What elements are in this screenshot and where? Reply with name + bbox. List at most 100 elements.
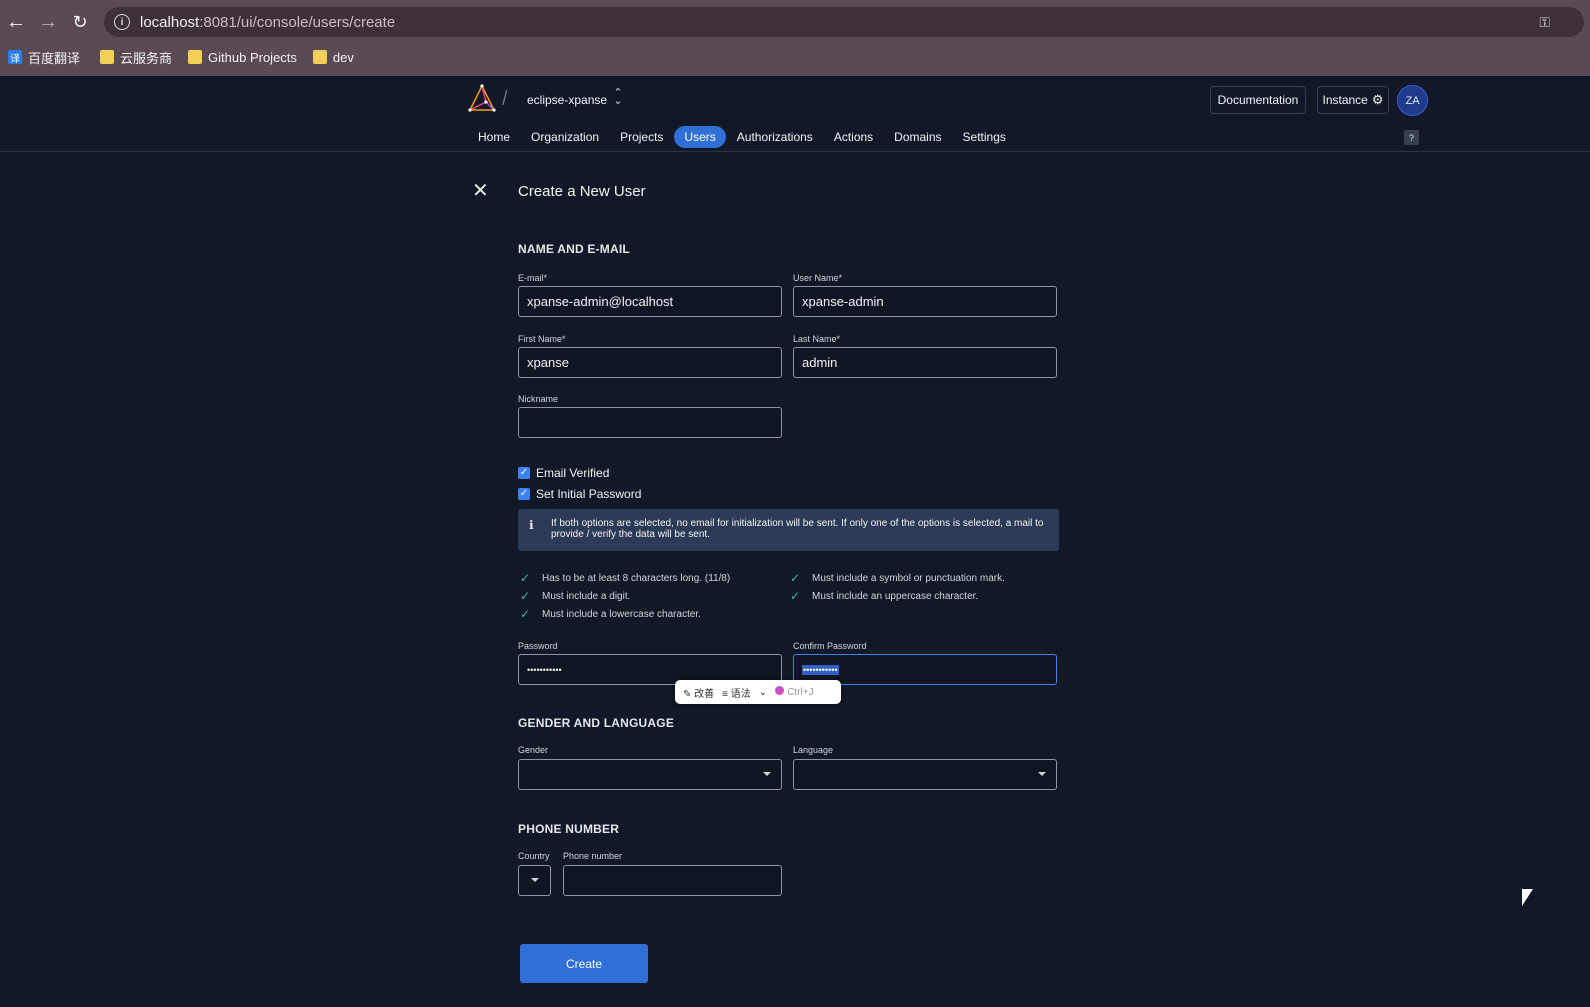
requirement-text: Has to be at least 8 characters long. (1… xyxy=(542,572,731,584)
email-label: E-mail* xyxy=(518,273,548,283)
back-arrow-icon[interactable]: ← xyxy=(0,6,32,38)
requirement-item: ✓ Must include a lowercase character. xyxy=(520,607,701,621)
nickname-field[interactable] xyxy=(518,407,782,438)
nav-item-settings[interactable]: Settings xyxy=(953,126,1016,148)
ime-shortcut[interactable]: Ctrl+J xyxy=(775,686,814,698)
lastname-field[interactable]: admin xyxy=(793,347,1057,378)
password-label: Password xyxy=(518,641,558,651)
bookmark-item[interactable]: 译百度翻译 xyxy=(8,48,80,67)
email-verified-row[interactable]: ✓ Email Verified xyxy=(518,466,609,480)
check-icon: ✓ xyxy=(520,571,531,585)
phone-number-field[interactable] xyxy=(563,865,782,896)
instance-button[interactable]: Instance ⚙ xyxy=(1317,86,1389,114)
gender-label: Gender xyxy=(518,745,549,755)
folder-icon xyxy=(100,50,115,64)
gender-select[interactable] xyxy=(518,759,782,790)
set-password-row[interactable]: ✓ Set Initial Password xyxy=(518,487,641,501)
confirm-password-label: Confirm Password xyxy=(793,641,867,651)
set-password-checkbox[interactable]: ✓ xyxy=(518,488,530,500)
ime-grammar-button[interactable]: ≡ 语法 xyxy=(722,685,751,700)
page-title: Create a New User xyxy=(518,183,646,200)
dropdown-caret-icon xyxy=(1038,772,1046,776)
browser-toolbar: ← → ↻ i localhost:8081/ui/console/users/… xyxy=(0,0,1590,76)
phone-label: Phone number xyxy=(563,851,623,861)
info-box: ℹ If both options are selected, no email… xyxy=(518,509,1059,551)
folder-icon xyxy=(188,50,203,64)
org-name[interactable]: eclipse-xpanse xyxy=(527,93,607,107)
bookmark-item[interactable]: 云服务商 xyxy=(100,48,172,67)
ime-toolbar-popup: ✎ 改善 ≡ 语法 ⌄ Ctrl+J xyxy=(675,680,841,704)
mouse-cursor-icon xyxy=(1522,889,1533,906)
requirement-text: Must include a lowercase character. xyxy=(542,608,701,620)
nav-item-home[interactable]: Home xyxy=(468,126,520,148)
requirement-item: ✓ Must include an uppercase character. xyxy=(790,589,978,603)
requirement-text: Must include a digit. xyxy=(542,590,631,602)
ime-shortcut-label: Ctrl+J xyxy=(787,687,814,698)
requirement-text: Must include a symbol or punctuation mar… xyxy=(812,572,1005,584)
requirement-item: ✓ Has to be at least 8 characters long. (… xyxy=(520,571,730,585)
gear-icon: ⚙ xyxy=(1371,92,1384,107)
close-icon[interactable]: ✕ xyxy=(472,181,489,201)
dropdown-caret-icon xyxy=(763,772,771,776)
nav-item-domains[interactable]: Domains xyxy=(884,126,951,148)
ime-improve-button[interactable]: ✎ 改善 xyxy=(683,685,714,700)
help-button[interactable]: ? xyxy=(1404,130,1419,145)
bookmark-item[interactable]: dev xyxy=(312,49,354,65)
check-icon: ✓ xyxy=(790,589,801,603)
firstname-label: First Name* xyxy=(518,334,566,344)
url-path: :8081/ui/console/users/create xyxy=(199,13,396,31)
language-label: Language xyxy=(793,745,834,755)
create-button[interactable]: Create xyxy=(520,944,648,983)
bookmark-label: dev xyxy=(332,49,354,65)
username-label: User Name* xyxy=(793,273,843,283)
password-key-icon[interactable]: ⚿ xyxy=(1539,14,1550,31)
breadcrumb-separator: / xyxy=(502,88,508,110)
firstname-field[interactable]: xpanse xyxy=(518,347,782,378)
check-icon: ✓ xyxy=(520,607,531,621)
ime-grammar-label: 语法 xyxy=(730,688,751,700)
site-info-icon[interactable]: i xyxy=(114,14,130,30)
check-icon: ✓ xyxy=(790,571,801,585)
nav-item-organization[interactable]: Organization xyxy=(521,126,609,148)
section-title-name-email: NAME AND E-MAIL xyxy=(518,242,630,256)
address-bar[interactable]: i localhost:8081/ui/console/users/create… xyxy=(104,7,1584,37)
documentation-button[interactable]: Documentation xyxy=(1210,86,1306,114)
url-host: localhost xyxy=(140,13,200,31)
info-text: If both options are selected, no email f… xyxy=(551,518,1044,540)
translate-icon: 译 xyxy=(8,50,22,65)
reload-icon[interactable]: ↻ xyxy=(64,6,96,38)
dropdown-caret-icon xyxy=(531,878,539,882)
requirement-item: ✓ Must include a digit. xyxy=(520,589,630,603)
avatar[interactable]: ZA xyxy=(1397,85,1428,116)
bookmark-label: 云服务商 xyxy=(120,50,173,66)
section-title-gender-language: GENDER AND LANGUAGE xyxy=(518,716,675,730)
email-verified-checkbox[interactable]: ✓ xyxy=(518,467,530,479)
nav-item-actions[interactable]: Actions xyxy=(824,126,883,148)
bookmark-label: Github Projects xyxy=(208,49,297,65)
bookmarks-bar: 译百度翻译 云服务商 Github Projects dev xyxy=(0,44,354,70)
country-select[interactable] xyxy=(518,865,551,896)
language-select[interactable] xyxy=(793,759,1057,790)
lastname-label: Last Name* xyxy=(793,334,841,344)
chevron-down-icon[interactable]: ⌄ xyxy=(759,687,767,698)
set-password-label: Set Initial Password xyxy=(536,487,642,501)
nav-item-users[interactable]: Users xyxy=(674,126,726,148)
nickname-label: Nickname xyxy=(518,394,559,404)
ime-improve-label: 改善 xyxy=(694,688,715,700)
org-switch-chevron-icon[interactable]: ⌃ ⌄ xyxy=(613,88,623,107)
bookmark-label: 百度翻译 xyxy=(28,50,81,66)
zitadel-logo-icon[interactable] xyxy=(466,84,498,114)
info-icon: ℹ xyxy=(529,518,534,532)
email-field[interactable]: xpanse-admin@localhost xyxy=(518,286,782,317)
nav-item-authorizations[interactable]: Authorizations xyxy=(727,126,823,148)
nav-item-projects[interactable]: Projects xyxy=(610,126,673,148)
requirement-item: ✓ Must include a symbol or punctuation ma… xyxy=(790,571,1005,585)
forward-arrow-icon[interactable]: → xyxy=(32,6,64,38)
main-nav: Home Organization Projects Users Authori… xyxy=(468,126,1017,148)
bookmark-item[interactable]: Github Projects xyxy=(188,50,297,65)
username-field[interactable]: xpanse-admin xyxy=(793,286,1057,317)
documentation-label: Documentation xyxy=(1217,93,1299,107)
confirm-password-value: ••••••••••• xyxy=(802,664,839,675)
country-label: Country xyxy=(518,851,550,861)
requirement-text: Must include an uppercase character. xyxy=(812,590,979,602)
